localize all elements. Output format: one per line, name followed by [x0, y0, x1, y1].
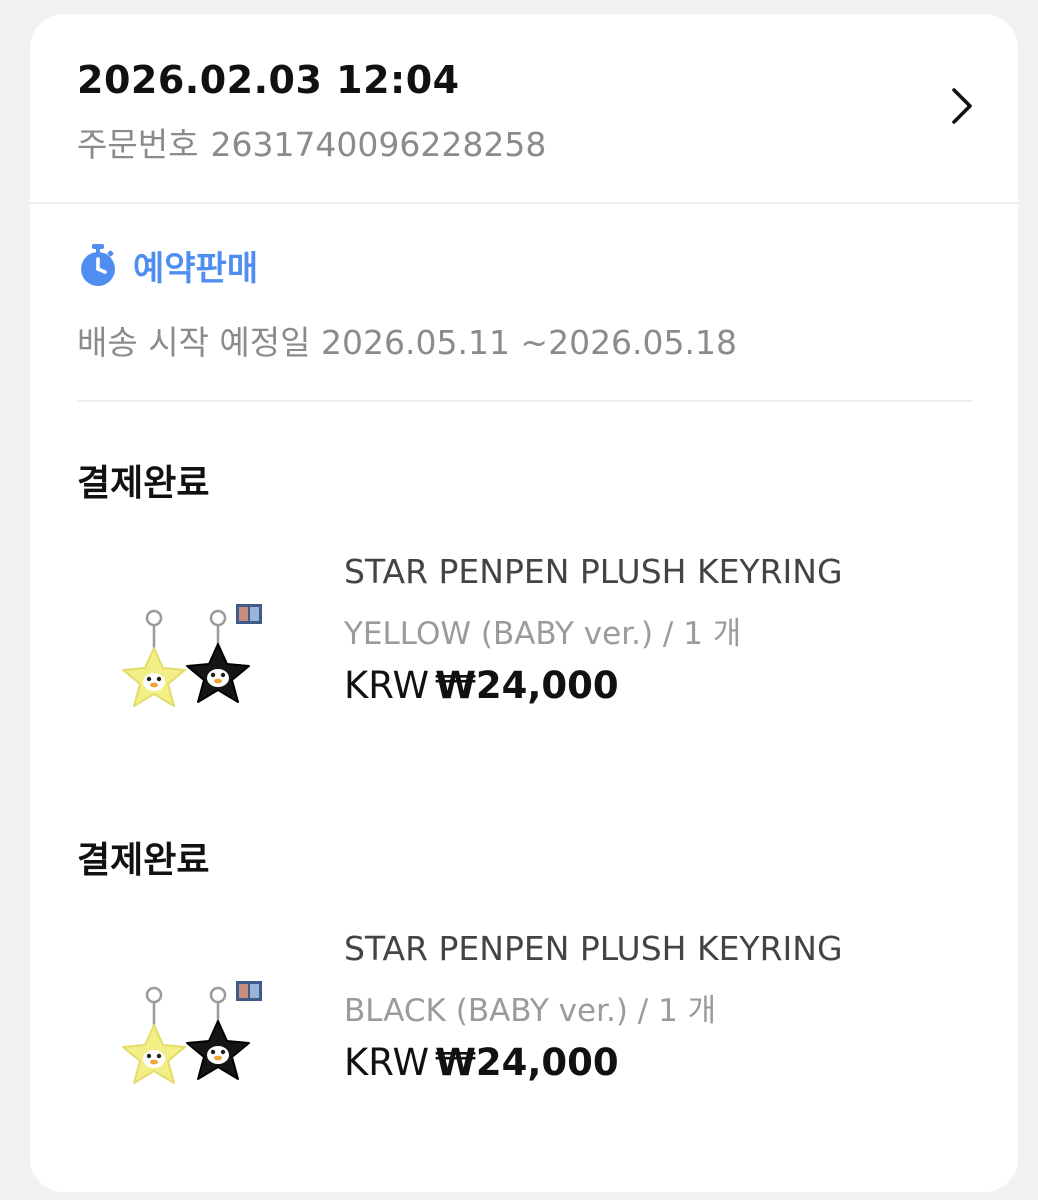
presale-badge: 예약판매 — [77, 240, 258, 290]
price-amount: ₩24,000 — [435, 664, 619, 707]
presale-label: 예약판매 — [133, 248, 259, 289]
order-item[interactable]: STAR PENPEN PLUSH KEYRING BLACK (BABY ve… — [30, 929, 1018, 1129]
order-datetime: 2026.02.03 12:04 — [77, 58, 460, 102]
stopwatch-icon — [81, 244, 115, 286]
order-number-value: 2631740096228258 — [210, 125, 547, 164]
product-thumbnail[interactable] — [108, 596, 278, 766]
price-currency: KRW — [344, 1041, 430, 1084]
order-card: 2026.02.03 12:04 주문번호 2631740096228258 예약… — [30, 14, 1018, 1192]
price-currency: KRW — [344, 664, 430, 707]
payment-status: 결제완료 — [77, 463, 210, 504]
chevron-right-icon[interactable] — [942, 84, 982, 128]
divider — [77, 400, 972, 402]
product-option: BLACK (BABY ver.) / 1 개 — [344, 993, 717, 1029]
order-item[interactable]: STAR PENPEN PLUSH KEYRING YELLOW (BABY v… — [30, 552, 1018, 752]
payment-status: 결제완료 — [77, 840, 210, 881]
product-name[interactable]: STAR PENPEN PLUSH KEYRING — [344, 929, 843, 968]
product-thumbnail[interactable] — [108, 973, 278, 1143]
shipping-schedule: 배송 시작 예정일 2026.05.11 ~2026.05.18 — [77, 323, 738, 362]
order-header[interactable]: 2026.02.03 12:04 주문번호 2631740096228258 — [30, 14, 1018, 204]
product-name[interactable]: STAR PENPEN PLUSH KEYRING — [344, 552, 843, 591]
order-number: 주문번호 2631740096228258 — [77, 118, 546, 166]
product-price: KRW ₩24,000 — [344, 1041, 619, 1084]
order-number-label: 주문번호 — [77, 125, 199, 164]
product-option: YELLOW (BABY ver.) / 1 개 — [344, 616, 742, 652]
product-price: KRW ₩24,000 — [344, 664, 619, 707]
price-amount: ₩24,000 — [435, 1041, 619, 1084]
